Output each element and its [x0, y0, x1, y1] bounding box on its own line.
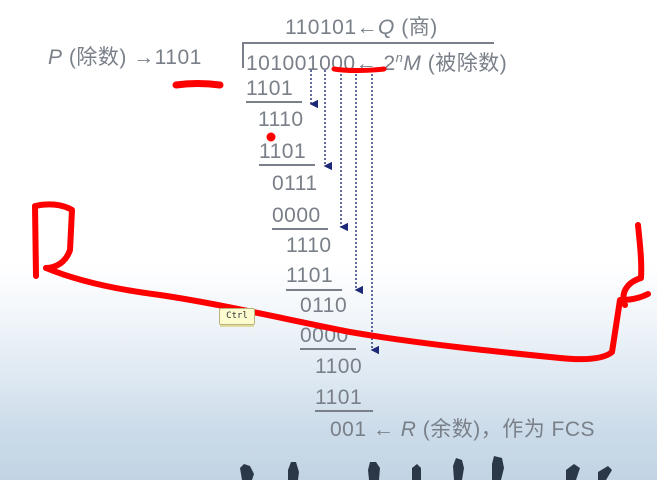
- figure-silhouette-6: [492, 456, 504, 480]
- decorative-figures: [240, 456, 612, 480]
- figure-silhouette-2: [288, 462, 299, 480]
- figure-silhouette-8: [598, 466, 612, 480]
- figure-silhouette-5: [453, 458, 464, 480]
- figure-silhouette-7: [566, 464, 580, 480]
- figure-silhouette-1: [240, 464, 254, 480]
- figure-silhouette-4: [412, 464, 421, 480]
- slide: 110101←Q (商) P (除数) →1101 101001000← 2nM…: [0, 0, 657, 480]
- figure-silhouette-3: [368, 462, 380, 480]
